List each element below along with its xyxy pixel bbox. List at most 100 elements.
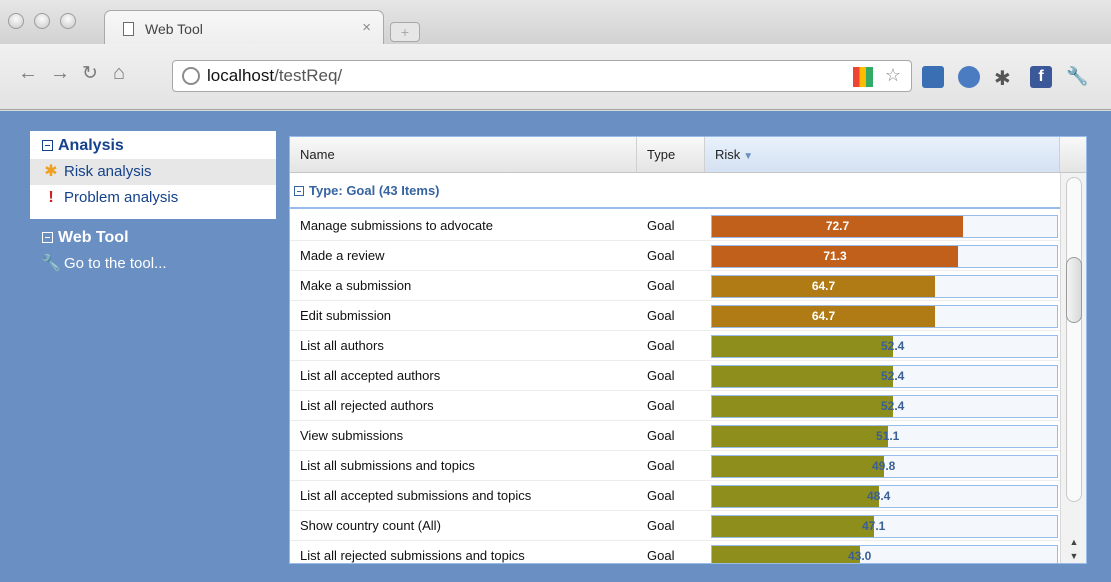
row-name: List all accepted submissions and topics xyxy=(300,488,532,503)
group-label: Type: Goal (43 Items) xyxy=(309,183,440,198)
table-row[interactable]: List all rejected submissions and topics… xyxy=(290,541,1060,563)
new-tab-button[interactable]: + xyxy=(390,22,420,42)
risk-bar: 71.3 xyxy=(711,245,1058,268)
address-bar[interactable]: localhost/testReq/ ☆ xyxy=(172,60,912,92)
sidebar-item-risk-analysis[interactable]: ✱ Risk analysis xyxy=(30,159,276,185)
risk-bar-fill xyxy=(712,516,874,537)
row-type: Goal xyxy=(647,308,675,323)
sidebar-item-label: Go to the tool... xyxy=(64,255,167,272)
risk-bar: 52.4 xyxy=(711,335,1058,358)
table-row[interactable]: Make a submission Goal 64.7 xyxy=(290,271,1060,301)
asterisk-icon: ✱ xyxy=(44,163,58,180)
row-name: List all submissions and topics xyxy=(300,458,475,473)
risk-value: 49.8 xyxy=(872,459,896,473)
analysis-title: Analysis xyxy=(58,137,124,154)
risk-bar: 49.8 xyxy=(711,455,1058,478)
reload-icon[interactable]: ↻ xyxy=(82,62,98,85)
scroll-thumb[interactable] xyxy=(1066,257,1082,323)
bug-extension-icon[interactable]: ✱ xyxy=(994,66,1016,90)
row-type: Goal xyxy=(647,398,675,413)
row-type: Goal xyxy=(647,368,675,383)
risk-value: 71.3 xyxy=(823,249,847,263)
risk-bar-fill xyxy=(712,546,860,563)
grid-rows: Manage submissions to advocate Goal 72.7 Ma… xyxy=(290,211,1060,563)
row-name: List all accepted authors xyxy=(300,368,441,383)
table-row[interactable]: List all authors Goal 52.4 xyxy=(290,331,1060,361)
risk-value: 72.7 xyxy=(825,219,850,233)
collapse-icon xyxy=(42,232,53,243)
page-content: Analysis ✱ Risk analysis ! Problem analysi… xyxy=(0,111,1111,582)
close-window-button[interactable] xyxy=(8,13,24,29)
sidebar-item-problem-analysis[interactable]: ! Problem analysis xyxy=(30,185,276,211)
sidebar-item-go-to-tool[interactable]: 🔧 Go to the tool... xyxy=(30,251,276,277)
risk-bar-fill xyxy=(712,336,893,357)
row-name: List all authors xyxy=(300,338,384,353)
table-row[interactable]: Show country count (All) Goal 47.1 xyxy=(290,511,1060,541)
table-row[interactable]: List all accepted authors Goal 52.4 xyxy=(290,361,1060,391)
table-row[interactable]: View submissions Goal 51.1 xyxy=(290,421,1060,451)
risk-bar: 52.4 xyxy=(711,365,1058,388)
risk-bar: 72.7 xyxy=(711,215,1058,238)
webtool-panel: Web Tool 🔧 Go to the tool... xyxy=(30,229,276,277)
scroll-up-icon[interactable]: ▲ xyxy=(1067,535,1081,549)
wrench-icon: 🔧 xyxy=(41,255,61,272)
risk-bar: 48.4 xyxy=(711,485,1058,508)
exclamation-icon: ! xyxy=(48,189,54,206)
sort-descending-icon: ▼ xyxy=(743,151,754,162)
table-row[interactable]: Manage submissions to advocate Goal 72.7 xyxy=(290,211,1060,241)
forward-icon[interactable]: → xyxy=(50,62,70,85)
row-name: Show country count (All) xyxy=(300,518,441,533)
sidebar-item-label: Risk analysis xyxy=(64,163,152,180)
minimize-window-button[interactable] xyxy=(34,13,50,29)
analysis-panel: Analysis ✱ Risk analysis ! Problem analysi… xyxy=(30,131,276,219)
home-icon[interactable]: ⌂ xyxy=(113,62,125,85)
rss-extension-icon[interactable] xyxy=(958,66,980,88)
sidebar: Analysis ✱ Risk analysis ! Problem analysi… xyxy=(30,131,276,277)
row-type: Goal xyxy=(647,458,675,473)
risk-value: 52.4 xyxy=(881,339,905,353)
webtool-title: Web Tool xyxy=(58,229,129,246)
browser-tab[interactable]: Web Tool × xyxy=(104,10,384,45)
collapse-icon xyxy=(294,186,304,196)
risk-bar-fill xyxy=(712,486,879,507)
row-type: Goal xyxy=(647,278,675,293)
risk-bar: 64.7 xyxy=(711,275,1058,298)
row-name: Manage submissions to advocate xyxy=(300,218,493,233)
close-tab-icon[interactable]: × xyxy=(362,19,371,36)
row-type: Goal xyxy=(647,218,675,233)
column-label: Risk xyxy=(715,147,741,162)
risk-grid: Name Type Risk ▼ Type: Goal (43 Items) Ma… xyxy=(289,136,1087,564)
table-row[interactable]: List all submissions and topics Goal 49.8 xyxy=(290,451,1060,481)
table-row[interactable]: Edit submission Goal 64.7 xyxy=(290,301,1060,331)
column-header-name[interactable]: Name xyxy=(290,137,637,172)
table-row[interactable]: List all accepted submissions and topics… xyxy=(290,481,1060,511)
risk-value: 64.7 xyxy=(811,309,836,323)
risk-bar-fill xyxy=(712,396,893,417)
group-header[interactable]: Type: Goal (43 Items) xyxy=(290,173,1060,209)
column-header-type[interactable]: Type xyxy=(637,137,705,172)
back-icon[interactable]: ← xyxy=(18,62,38,85)
scroll-track[interactable] xyxy=(1066,177,1082,502)
row-type: Goal xyxy=(647,518,675,533)
browser-toolbar: ← → ↻ ⌂ localhost/testReq/ ☆ ✱ f 🔧 xyxy=(0,44,1111,110)
risk-bar: 47.1 xyxy=(711,515,1058,538)
sidebar-item-label: Problem analysis xyxy=(64,189,179,206)
wrench-menu-icon[interactable]: 🔧 xyxy=(1066,66,1088,88)
scroll-down-icon[interactable]: ▼ xyxy=(1067,549,1081,563)
globe-icon xyxy=(182,67,200,85)
bookmark-star-icon[interactable]: ☆ xyxy=(885,65,901,86)
address-path: /testReq/ xyxy=(274,66,343,85)
column-header-risk[interactable]: Risk ▼ xyxy=(705,137,1060,172)
analysis-header[interactable]: Analysis xyxy=(30,137,276,159)
column-label: Type xyxy=(647,147,676,162)
collapse-icon xyxy=(42,140,53,151)
table-row[interactable]: Made a review Goal 71.3 xyxy=(290,241,1060,271)
row-name: List all rejected authors xyxy=(300,398,434,413)
table-row[interactable]: List all rejected authors Goal 52.4 xyxy=(290,391,1060,421)
webtool-header[interactable]: Web Tool xyxy=(30,229,276,251)
vertical-scrollbar[interactable]: ▲ ▼ xyxy=(1060,173,1086,563)
color-extension-icon[interactable] xyxy=(853,67,873,87)
zoom-window-button[interactable] xyxy=(60,13,76,29)
facebook-extension-icon[interactable]: f xyxy=(1030,66,1052,88)
download-extension-icon[interactable] xyxy=(922,66,944,88)
